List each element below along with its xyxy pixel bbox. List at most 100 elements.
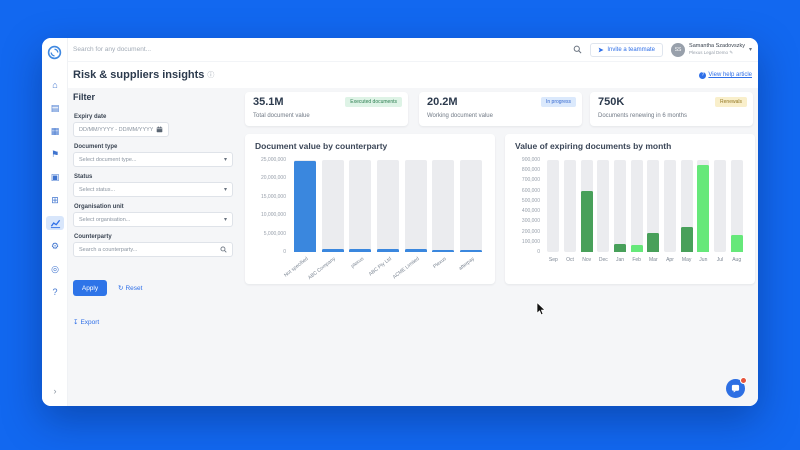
status-label: Status: [74, 174, 92, 180]
sidebar-item-documents[interactable]: ▤: [46, 101, 64, 115]
document-type-input[interactable]: ▾: [73, 152, 233, 167]
search-icon: [220, 246, 227, 253]
invite-teammate-button[interactable]: Invite a teammate: [590, 43, 663, 57]
bar-afterpay[interactable]: [460, 250, 482, 252]
counterparty-chart-plot: 05,000,00010,000,00015,000,00020,000,000…: [245, 134, 495, 284]
organisation-unit-input[interactable]: ▾: [73, 212, 233, 227]
bar-ABC Company[interactable]: [322, 249, 344, 252]
bar-track: [631, 160, 643, 252]
bar-track: [460, 160, 482, 252]
sidebar-item-compass[interactable]: ◎: [46, 262, 64, 276]
avatar: SS: [671, 43, 685, 57]
x-axis-label: Nov: [578, 257, 595, 263]
x-axis-label: ACME Limited: [392, 256, 421, 280]
chart-card-counterparty: Document value by counterparty 05,000,00…: [245, 134, 495, 284]
export-link[interactable]: ↧ Export: [73, 318, 99, 326]
search-icon[interactable]: [573, 45, 582, 54]
bar-track: [377, 160, 399, 252]
x-axis-label: Jul: [712, 257, 729, 263]
reset-button[interactable]: ↻ Reset: [118, 284, 142, 292]
bar-Jun[interactable]: [697, 165, 709, 252]
expiry-date-input[interactable]: [73, 122, 169, 137]
x-axis-label: Plexus: [433, 256, 449, 270]
status-input[interactable]: ▾: [73, 182, 233, 197]
invite-teammate-label: Invite a teammate: [607, 47, 655, 53]
sidebar-item-home[interactable]: ⌂: [46, 78, 64, 92]
x-axis-label: afterpay: [458, 256, 476, 272]
info-icon[interactable]: ⓘ: [207, 70, 214, 80]
counterparty-field[interactable]: [79, 247, 217, 253]
bar-track: [432, 160, 454, 252]
bar-Not specified[interactable]: [294, 161, 316, 252]
sidebar-item-help[interactable]: ?: [46, 285, 64, 299]
document-type-field[interactable]: [79, 157, 221, 163]
stat-caption: Documents renewing in 6 months: [598, 113, 687, 119]
expiring-chart-plot: 0100,000200,000300,000400,000500,000600,…: [505, 134, 755, 284]
organisation-unit-field[interactable]: [79, 217, 221, 223]
sidebar-item-matters[interactable]: ▣: [46, 170, 64, 184]
user-org: Plexus Legal Demo ✎: [689, 50, 745, 56]
home-icon: ⌂: [52, 80, 57, 90]
announcements-icon: ⚑: [51, 149, 59, 160]
bar-Aug[interactable]: [731, 235, 743, 252]
topbar-right: Invite a teammate SS Samantha Szadovszky…: [573, 43, 752, 57]
bar-Jan[interactable]: [614, 244, 626, 252]
calendar-icon: [156, 126, 163, 133]
help-icon: ?: [52, 287, 57, 297]
y-axis-tick: 200,000: [505, 229, 540, 235]
refresh-icon: ↻: [118, 284, 123, 292]
bar-track: [405, 160, 427, 252]
x-axis-label: Dec: [595, 257, 612, 263]
bar-Nov[interactable]: [581, 191, 593, 252]
y-axis-tick: 500,000: [505, 198, 540, 204]
page-header: Risk & suppliers insights ⓘ ? View help …: [68, 62, 758, 88]
chevron-down-icon: ▾: [224, 156, 227, 163]
y-axis-tick: 700,000: [505, 177, 540, 183]
bar-Feb[interactable]: [631, 245, 643, 252]
x-axis-label: Sep: [545, 257, 562, 263]
search-input[interactable]: [73, 46, 573, 53]
insights-icon: [50, 218, 61, 229]
mouse-cursor: [536, 302, 547, 316]
bar-ABC Pty Ltd[interactable]: [377, 249, 399, 252]
help-icon: ?: [699, 72, 706, 79]
bar-May[interactable]: [681, 227, 693, 252]
sidebar-item-insights[interactable]: [46, 216, 64, 230]
bar-plexus[interactable]: [349, 249, 371, 252]
counterparty-input[interactable]: [73, 242, 233, 257]
expiry-date-field[interactable]: [79, 127, 153, 133]
sidebar-nav: ⌂ ▤ ▦ ⚑ ▣ ⊞ ⚙ ◎?: [42, 78, 68, 299]
chat-widget-button[interactable]: [726, 379, 745, 398]
send-icon: [598, 47, 604, 53]
app-window: ⌂ ▤ ▦ ⚑ ▣ ⊞ ⚙ ◎? › Invite a teammate SS: [42, 38, 758, 406]
x-axis-label: Aug: [728, 257, 745, 263]
user-name: Samantha Szadovszky: [689, 43, 745, 50]
download-icon: ↧: [73, 318, 78, 326]
plexus-logo-icon[interactable]: [47, 45, 62, 65]
chat-icon: [731, 384, 740, 393]
stat-value: 35.1M: [253, 96, 284, 108]
stat-value: 20.2M: [427, 96, 458, 108]
sidebar-item-announcements[interactable]: ⚑: [46, 147, 64, 161]
x-axis-label: May: [678, 257, 695, 263]
status-field[interactable]: [79, 187, 221, 193]
apply-button[interactable]: Apply: [73, 280, 107, 296]
bar-Plexus[interactable]: [432, 250, 454, 252]
sidebar-item-archive[interactable]: ▦: [46, 124, 64, 138]
sidebar-item-settings[interactable]: ⚙: [46, 239, 64, 253]
bar-track: [349, 160, 371, 252]
bar-Mar[interactable]: [647, 233, 659, 252]
user-menu[interactable]: SS Samantha Szadovszky Plexus Legal Demo…: [671, 43, 752, 57]
x-axis-label: Feb: [628, 257, 645, 263]
sidebar-item-apps[interactable]: ⊞: [46, 193, 64, 207]
view-help-article-link[interactable]: ? View help article: [699, 72, 752, 79]
organisation-unit-label: Organisation unit: [74, 204, 124, 210]
y-axis-tick: 100,000: [505, 239, 540, 245]
sidebar-expand-icon[interactable]: ›: [42, 386, 68, 396]
page-title: Risk & suppliers insights: [73, 69, 204, 81]
bar-track: [664, 160, 676, 252]
x-axis-label: Jun: [695, 257, 712, 263]
y-axis-tick: 300,000: [505, 218, 540, 224]
counterparty-label: Counterparty: [74, 234, 112, 240]
bar-ACME Limited[interactable]: [405, 249, 427, 252]
